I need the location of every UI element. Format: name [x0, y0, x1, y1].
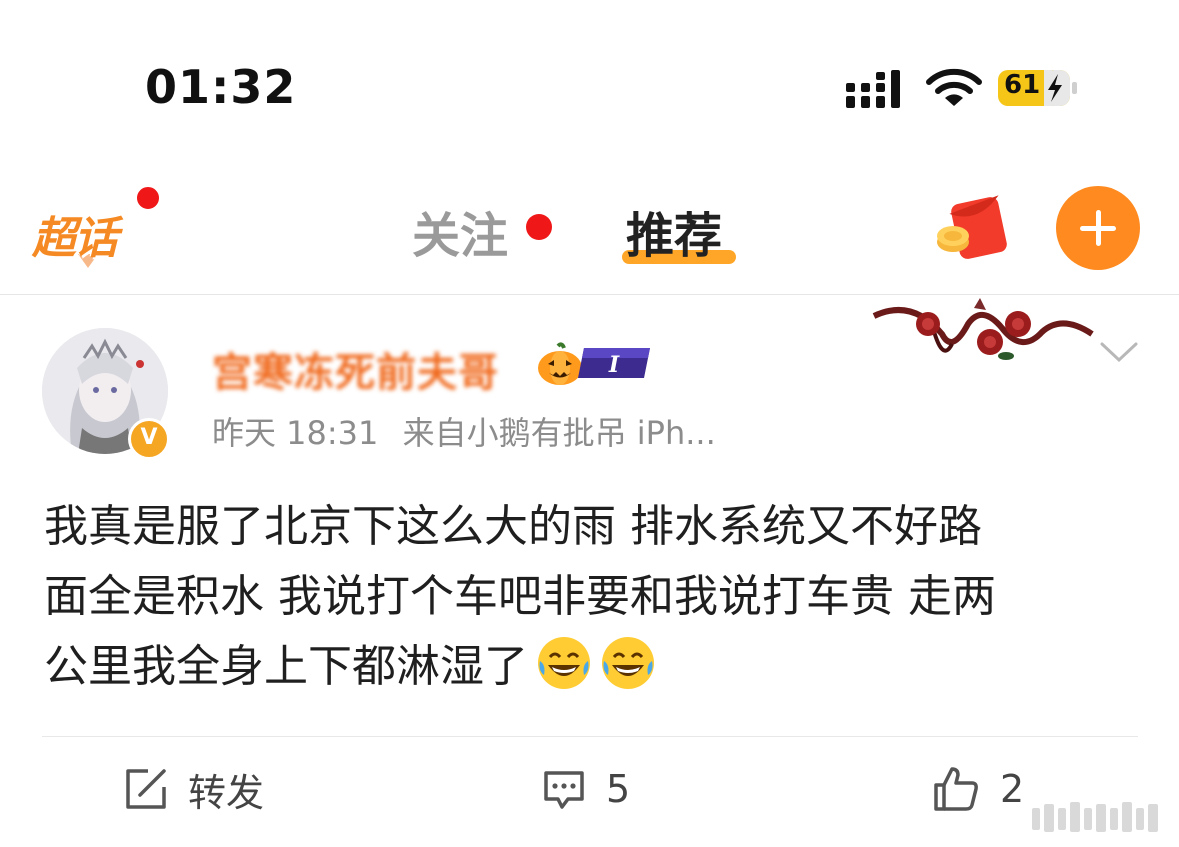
wifi-icon — [926, 68, 982, 106]
supertopic-label: 超话 — [32, 213, 118, 264]
comment-button[interactable]: 5 — [542, 764, 630, 814]
repost-button[interactable]: 转发 — [124, 764, 265, 815]
level-badge-text: I — [608, 352, 620, 378]
tab-recommend[interactable]: 推荐 — [626, 196, 722, 266]
cellular-signal-icon — [846, 70, 900, 108]
status-time: 01:32 — [145, 60, 297, 114]
repost-label: 转发 — [188, 770, 265, 815]
top-navigation: 超话 关注 推荐 — [0, 170, 1179, 295]
chevron-down-icon[interactable] — [1098, 338, 1140, 368]
post-content-line: 我真是服了北京下这么大的雨 排水系统又不好路 — [44, 501, 982, 552]
repost-icon — [126, 769, 166, 809]
battery-level: 61 — [1004, 70, 1041, 100]
compose-button[interactable] — [1056, 186, 1140, 270]
post-source: 来自小鹅有批吊 iPh... — [402, 414, 716, 452]
plus-icon — [1080, 210, 1116, 246]
tears-of-joy-emoji — [538, 637, 590, 689]
red-packet-icon[interactable] — [933, 194, 1011, 266]
post-content-line-text: 公里我全身上下都淋湿了 — [44, 641, 528, 692]
comment-icon — [544, 771, 584, 809]
supertopic-notification-dot — [134, 184, 162, 212]
post-meta: 昨天 18:31 来自小鹅有批吊 iPh... — [212, 408, 716, 454]
verified-badge: V — [128, 418, 170, 460]
like-button[interactable]: 2 — [932, 764, 1024, 814]
post-time: 昨天 18:31 — [212, 414, 379, 452]
member-level-badge: I — [578, 348, 650, 378]
watermark-pattern — [1032, 802, 1158, 832]
like-count: 2 — [1000, 767, 1025, 811]
action-divider — [42, 736, 1138, 737]
tab-follow[interactable]: 关注 — [412, 196, 508, 266]
follow-notification-dot — [526, 214, 552, 240]
tears-of-joy-emoji — [602, 637, 654, 689]
post-content-line: 面全是积水 我说打个车吧非要和我说打车贵 走两 — [44, 571, 996, 622]
post-content-line-last: 公里我全身上下都淋湿了 — [44, 632, 1144, 702]
post-content: 我真是服了北京下这么大的雨 排水系统又不好路 面全是积水 我说打个车吧非要和我说… — [44, 492, 1144, 702]
rose-ribbon-decoration — [872, 298, 1094, 360]
comment-count: 5 — [606, 767, 631, 811]
thumbs-up-icon — [934, 767, 978, 811]
username[interactable]: 宫寒冻死前夫哥 — [212, 340, 499, 398]
